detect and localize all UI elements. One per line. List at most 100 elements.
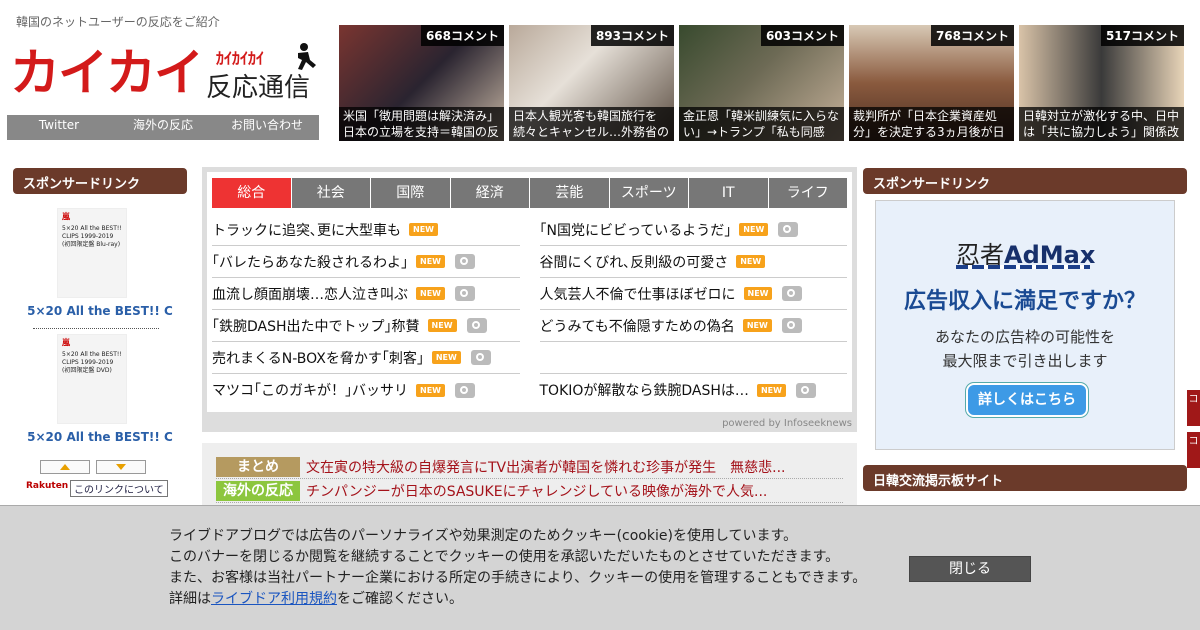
product-cover: 嵐 5×20 All the BEST!! CLIPS 1999-2019 (初回… [57, 208, 127, 298]
news-item[interactable]: ｢バレたらあなた殺されるわよ｣ NEW [212, 246, 520, 278]
sponsor-heading-left: スポンサードリンク [13, 168, 187, 194]
news-item[interactable]: ｢N国党にビビっているようだ｣ NEW [539, 214, 847, 246]
tab-life[interactable]: ライフ [768, 178, 847, 208]
article-caption: 米国「徴用問題は解決済み」日本の立場を支持＝韓国の反 [339, 107, 504, 141]
article-caption: 裁判所が「日本企業資産処分」を決定する3ヵ月後が日 [849, 107, 1014, 141]
tab-it[interactable]: IT [689, 178, 768, 208]
comment-count: 603コメント [760, 25, 844, 46]
news-list-right: ｢N国党にビビっているようだ｣ NEW 谷間にくびれ､反則級の可愛さ NEW 人気芸人不… [539, 214, 848, 406]
news-headline[interactable]: 谷間にくびれ､反則級の可愛さ [540, 252, 729, 272]
featured-article[interactable]: 517コメント 日韓対立が激化する中、日中は「共に協力しよう」関係改 [1019, 25, 1184, 141]
nav-overseas[interactable]: 海外の反応 [111, 115, 215, 140]
camera-icon [470, 350, 491, 365]
antenna-title[interactable]: チンパンジーが日本のSASUKEにチャレンジしている映像が海外で人気... [306, 481, 767, 501]
news-item[interactable]: ｢鉄腕DASH出た中でトップ｣称賛 NEW [212, 310, 520, 342]
comment-count: 893コメント [590, 25, 674, 46]
camera-icon [781, 318, 802, 333]
divider [33, 328, 159, 329]
product-title[interactable]: 5×20 All the BEST!! C [13, 430, 187, 444]
camera-icon [782, 286, 803, 301]
featured-article[interactable]: 603コメント 金正恩「韓米訓練気に入らない」→トランプ「私も同感 [679, 25, 844, 141]
cookie-close-button[interactable]: 閉じる [909, 556, 1031, 582]
tab-general[interactable]: 総合 [212, 178, 291, 208]
featured-article[interactable]: 893コメント 日本人観光客も韓国旅行を続々とキャンセル…外務省の [509, 25, 674, 141]
new-badge: NEW [416, 287, 445, 300]
carousel-controls [40, 460, 146, 474]
site-logo[interactable]: カイカイ ｶｲｶｲｶｲ 反応通信 [10, 43, 320, 103]
camera-icon [466, 318, 487, 333]
cookie-banner: ライブドアブログでは広告のパーソナライズや効果測定のためクッキー(cookie)… [0, 505, 1200, 630]
tab-entertainment[interactable]: 芸能 [530, 178, 609, 208]
antenna-item[interactable]: まとめ 文在寅の特大級の自爆発言にTV出演者が韓国を憐れむ珍事が発生 無慈悲..… [216, 455, 843, 479]
featured-article[interactable]: 768コメント 裁判所が「日本企業資産処分」を決定する3ヵ月後が日 [849, 25, 1014, 141]
new-badge: NEW [742, 319, 772, 332]
tab-sports[interactable]: スポーツ [609, 178, 688, 208]
nav-twitter[interactable]: Twitter [7, 115, 111, 140]
featured-thumbnails: 668コメント 米国「徴用問題は解決済み」日本の立場を支持＝韓国の反 893コメ… [339, 25, 1184, 141]
news-headline[interactable]: 売れまくるN-BOXを脅かす｢刺客｣ [212, 348, 424, 368]
news-widget: 総合 社会 国際 経済 芸能 スポーツ IT ライフ トラックに追突､更に大型車… [202, 167, 857, 432]
product-title[interactable]: 5×20 All the BEST!! C [13, 304, 187, 318]
news-headline[interactable]: マツコ｢このガキが！｣バッサリ [212, 380, 408, 400]
bbs-heading: 日韓交流掲示板サイト [863, 465, 1187, 491]
news-headline[interactable]: ｢鉄腕DASH出た中でトップ｣称賛 [212, 316, 420, 336]
news-item[interactable]: トラックに追突､更に大型車も NEW [212, 214, 520, 246]
product-item[interactable]: 嵐 5×20 All the BEST!! CLIPS 1999-2019 (初回… [13, 334, 187, 460]
new-badge: NEW [743, 287, 773, 300]
news-headline[interactable]: TOKIOが解散なら鉄腕DASHは… [540, 380, 749, 400]
featured-article[interactable]: 668コメント 米国「徴用問題は解決済み」日本の立場を支持＝韓国の反 [339, 25, 504, 141]
new-badge: NEW [739, 223, 769, 236]
news-item[interactable]: マツコ｢このガキが！｣バッサリ NEW [212, 374, 520, 406]
rakuten-logo[interactable]: Rakuten [26, 481, 68, 491]
arrow-down-icon [116, 464, 126, 470]
news-headline[interactable]: トラックに追突､更に大型車も [212, 220, 401, 240]
new-badge: NEW [416, 383, 445, 397]
article-caption: 日本人観光客も韓国旅行を続々とキャンセル…外務省の [509, 107, 674, 141]
antenna-tag: 海外の反応 [216, 480, 300, 501]
news-item[interactable]: 人気芸人不倫で仕事ほぼゼロに NEW [539, 278, 847, 310]
carousel-up-button[interactable] [40, 460, 90, 474]
comment-count: 668コメント [420, 25, 504, 46]
news-item[interactable]: 売れまくるN-BOXを脅かす｢刺客｣ NEW [212, 342, 520, 374]
admax-ad-banner[interactable]: 忍者AdMax 広告収入に満足ですか？ あなたの広告枠の可能性を 最大限まで引き出… [875, 200, 1175, 450]
site-tagline: 韓国のネットユーザーの反応をご紹介 [16, 15, 220, 29]
camera-icon [454, 382, 475, 398]
news-headline[interactable]: ｢N国党にビビっているようだ｣ [540, 220, 732, 240]
tab-society[interactable]: 社会 [291, 178, 370, 208]
running-man-icon [298, 43, 316, 70]
new-badge: NEW [736, 255, 766, 268]
about-link[interactable]: このリンクについて [70, 480, 168, 497]
antenna-title[interactable]: 文在寅の特大級の自爆発言にTV出演者が韓国を憐れむ珍事が発生 無慈悲... [306, 457, 785, 477]
new-badge: NEW [409, 223, 438, 236]
product-cover: 嵐 5×20 All the BEST!! CLIPS 1999-2019 (初回… [57, 334, 127, 424]
new-badge: NEW [427, 319, 457, 332]
top-nav: Twitter 海外の反応 お問い合わせ [7, 115, 319, 140]
news-headline[interactable]: 人気芸人不倫で仕事ほぼゼロに [540, 284, 736, 304]
article-caption: 日韓対立が激化する中、日中は「共に協力しよう」関係改 [1019, 107, 1184, 141]
news-headline[interactable]: どうみても不倫隠すための偽名 [540, 316, 735, 336]
terms-link[interactable]: ライブドア利用規約 [211, 591, 337, 607]
news-item-empty [539, 342, 847, 374]
news-item[interactable]: どうみても不倫隠すための偽名 NEW [539, 310, 847, 342]
cookie-message: ライブドアブログでは広告のパーソナライズや効果測定のためクッキー(cookie)… [169, 528, 867, 607]
nav-contact[interactable]: お問い合わせ [215, 115, 319, 140]
side-tab-button[interactable]: コ [1187, 432, 1200, 468]
sponsor-heading-right: スポンサードリンク [863, 168, 1187, 194]
carousel-down-button[interactable] [96, 460, 146, 474]
camera-icon [778, 222, 799, 237]
tab-economy[interactable]: 経済 [450, 178, 529, 208]
product-item[interactable]: 嵐 5×20 All the BEST!! CLIPS 1999-2019 (初回… [13, 208, 187, 334]
news-item[interactable]: TOKIOが解散なら鉄腕DASHは… NEW [540, 374, 848, 406]
arrow-up-icon [60, 464, 70, 470]
news-item[interactable]: 谷間にくびれ､反則級の可愛さ NEW [539, 246, 847, 278]
new-badge: NEW [756, 383, 786, 397]
news-headline[interactable]: ｢バレたらあなた殺されるわよ｣ [212, 252, 408, 272]
logo-main-text: カイカイ [10, 44, 204, 102]
antenna-item[interactable]: 海外の反応 チンパンジーが日本のSASUKEにチャレンジしている映像が海外で人気… [216, 479, 843, 503]
side-tab-button[interactable]: コ [1187, 390, 1200, 426]
news-item[interactable]: 血流し顔面崩壊…恋人泣き叫ぶ NEW [212, 278, 520, 310]
ad-details-button[interactable]: 詳しくはこちら [966, 383, 1088, 417]
news-headline[interactable]: 血流し顔面崩壊…恋人泣き叫ぶ [212, 284, 408, 304]
article-caption: 金正恩「韓米訓練気に入らない」→トランプ「私も同感 [679, 107, 844, 141]
tab-international[interactable]: 国際 [371, 178, 450, 208]
